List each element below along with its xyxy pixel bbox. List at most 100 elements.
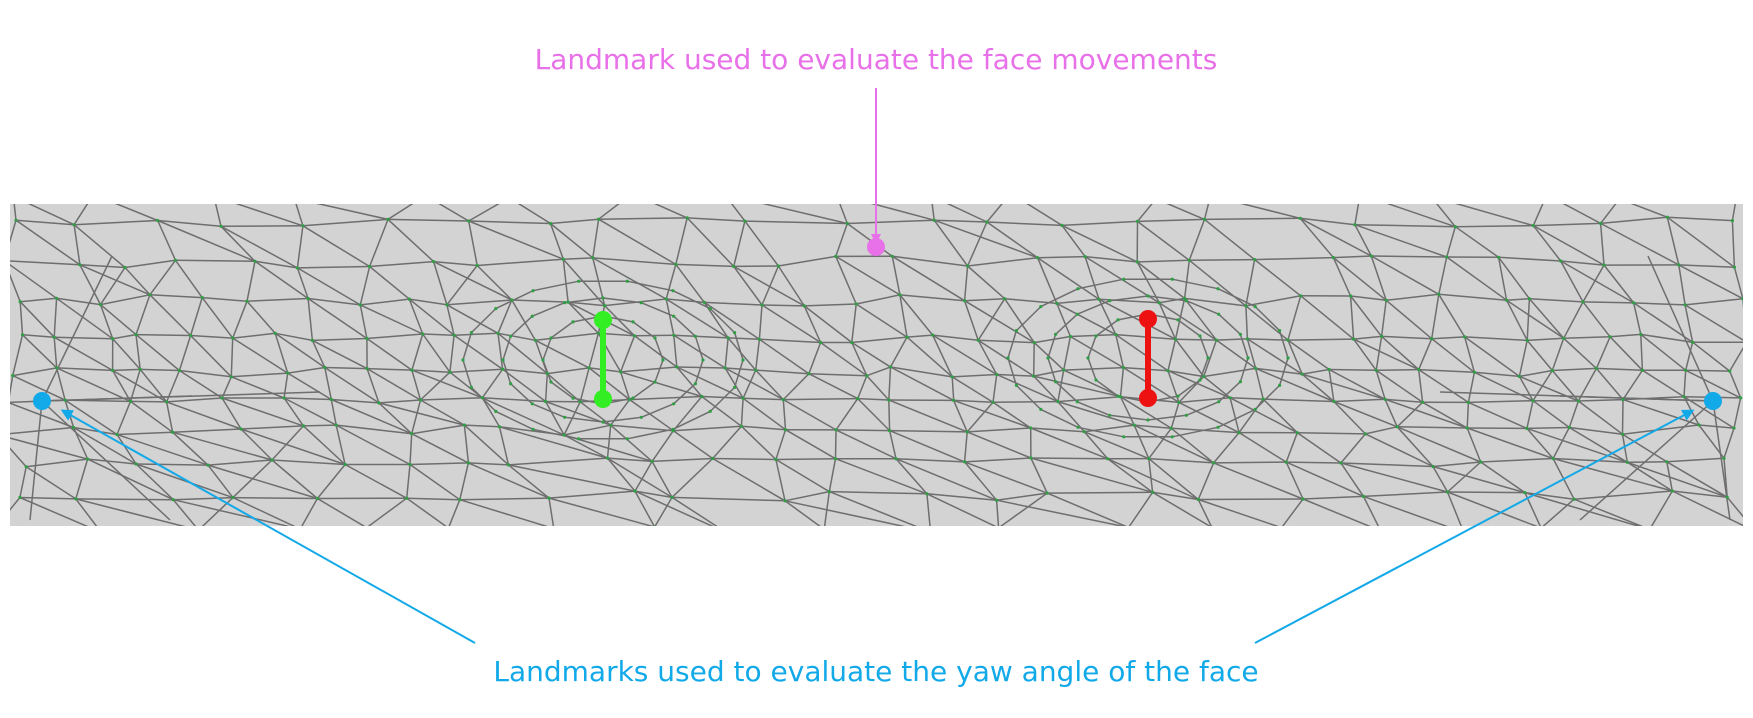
mesh-vertex bbox=[334, 423, 338, 427]
mesh-vertex bbox=[1437, 292, 1441, 296]
mesh-vertex bbox=[1665, 460, 1669, 464]
mesh-edge bbox=[655, 527, 727, 533]
mesh-vertex bbox=[1060, 223, 1064, 227]
mesh-vertex bbox=[1295, 431, 1299, 435]
mesh-vertex bbox=[306, 296, 310, 301]
mesh-vertex bbox=[245, 299, 249, 303]
mesh-vertex bbox=[1202, 217, 1207, 221]
mesh-vertex bbox=[1741, 297, 1743, 301]
mesh-vertex bbox=[632, 334, 637, 338]
mesh-vertex bbox=[358, 303, 362, 307]
mesh-vertex bbox=[1286, 338, 1290, 342]
mesh-edge bbox=[1447, 491, 1525, 494]
mesh-edge bbox=[214, 196, 294, 198]
mesh-vertex bbox=[1244, 304, 1248, 308]
mesh-vertex bbox=[1395, 425, 1399, 429]
mesh-vertex bbox=[458, 498, 462, 502]
right-eye-lower-landmark-icon bbox=[1139, 389, 1157, 407]
mesh-vertex bbox=[925, 492, 929, 496]
mesh-vertex bbox=[1430, 337, 1434, 341]
mesh-vertex bbox=[1618, 197, 1621, 200]
mesh-vertex bbox=[1032, 374, 1036, 378]
mesh-vertex bbox=[976, 338, 980, 342]
mesh-vertex bbox=[563, 415, 567, 419]
mesh-vertex bbox=[1620, 432, 1625, 436]
mesh-vertex bbox=[365, 336, 369, 341]
mesh-vertex bbox=[894, 457, 898, 461]
mesh-vertex bbox=[1349, 294, 1353, 298]
mesh-vertex bbox=[833, 457, 838, 461]
mesh-vertex bbox=[674, 262, 678, 266]
mesh-vertex bbox=[1298, 216, 1302, 220]
mesh-vertex bbox=[675, 365, 679, 369]
mesh-edge bbox=[725, 194, 837, 195]
mesh-vertex bbox=[965, 430, 969, 434]
mesh-vertex bbox=[577, 279, 581, 283]
mesh-vertex bbox=[1353, 223, 1357, 227]
mesh-edge bbox=[448, 528, 553, 529]
right-eye-upper-landmark-icon bbox=[1139, 310, 1157, 328]
mesh-vertex bbox=[134, 333, 138, 337]
mesh-vertex bbox=[845, 221, 849, 226]
mesh-vertex bbox=[653, 380, 657, 384]
mesh-vertex bbox=[165, 400, 169, 404]
mesh-vertex bbox=[1531, 224, 1535, 228]
mesh-vertex bbox=[661, 358, 665, 362]
mesh-vertex bbox=[1202, 374, 1206, 379]
mesh-vertex bbox=[802, 304, 806, 308]
mesh-edge bbox=[632, 194, 724, 195]
mesh-vertex bbox=[1238, 332, 1242, 336]
mesh-vertex bbox=[1261, 397, 1265, 401]
mesh-edge bbox=[175, 259, 256, 263]
mesh-vertex bbox=[72, 223, 76, 227]
mesh-vertex bbox=[995, 498, 999, 502]
mesh-vertex bbox=[1383, 397, 1387, 401]
mesh-edge bbox=[634, 334, 674, 337]
mesh-edge bbox=[775, 457, 836, 461]
mesh-vertex bbox=[24, 465, 28, 469]
mesh-vertex bbox=[509, 382, 513, 386]
mesh-vertex bbox=[834, 428, 838, 432]
mesh-vertex bbox=[11, 374, 15, 378]
mesh-vertex bbox=[561, 257, 565, 261]
mesh-vertex bbox=[55, 296, 59, 300]
mesh-vertex bbox=[1206, 356, 1210, 360]
mesh-vertex bbox=[1327, 367, 1331, 372]
mesh-vertex bbox=[171, 430, 175, 434]
mesh-vertex bbox=[1278, 329, 1282, 333]
mesh-vertex bbox=[963, 460, 967, 464]
mesh-edge bbox=[1329, 368, 1377, 372]
mesh-vertex bbox=[1029, 426, 1033, 430]
mesh-edge bbox=[1287, 338, 1354, 341]
mesh-vertex bbox=[1006, 356, 1010, 360]
mesh-edge bbox=[220, 225, 303, 228]
mesh-vertex bbox=[1725, 495, 1729, 499]
mesh-vertex bbox=[408, 462, 412, 467]
mesh-vertex bbox=[1014, 383, 1019, 387]
mesh-vertex bbox=[1045, 491, 1049, 495]
mesh-vertex bbox=[497, 425, 502, 429]
mesh-vertex bbox=[932, 218, 936, 222]
mesh-vertex bbox=[890, 254, 894, 258]
mesh-vertex bbox=[171, 498, 175, 502]
mesh-vertex bbox=[1217, 312, 1221, 316]
mesh-vertex bbox=[672, 333, 676, 337]
mesh-vertex bbox=[1639, 332, 1643, 336]
mesh-vertex bbox=[732, 264, 736, 268]
mesh-vertex bbox=[1581, 300, 1585, 304]
mesh-vertex bbox=[1183, 296, 1187, 300]
mesh-vertex bbox=[3, 259, 6, 262]
mesh-vertex bbox=[138, 367, 142, 371]
mesh-vertex bbox=[447, 527, 450, 530]
mesh-vertex bbox=[1135, 260, 1139, 264]
mesh-vertex bbox=[329, 397, 333, 402]
mesh-vertex bbox=[510, 298, 514, 302]
mesh-vertex bbox=[1527, 297, 1531, 301]
mesh-vertex bbox=[1114, 333, 1118, 337]
mesh-vertex bbox=[1429, 195, 1432, 198]
mesh-vertex bbox=[733, 385, 737, 389]
mesh-vertex bbox=[1359, 193, 1362, 196]
mesh-vertex bbox=[1339, 461, 1343, 465]
mesh-vertex bbox=[1253, 407, 1257, 411]
mesh-vertex bbox=[1739, 396, 1743, 400]
